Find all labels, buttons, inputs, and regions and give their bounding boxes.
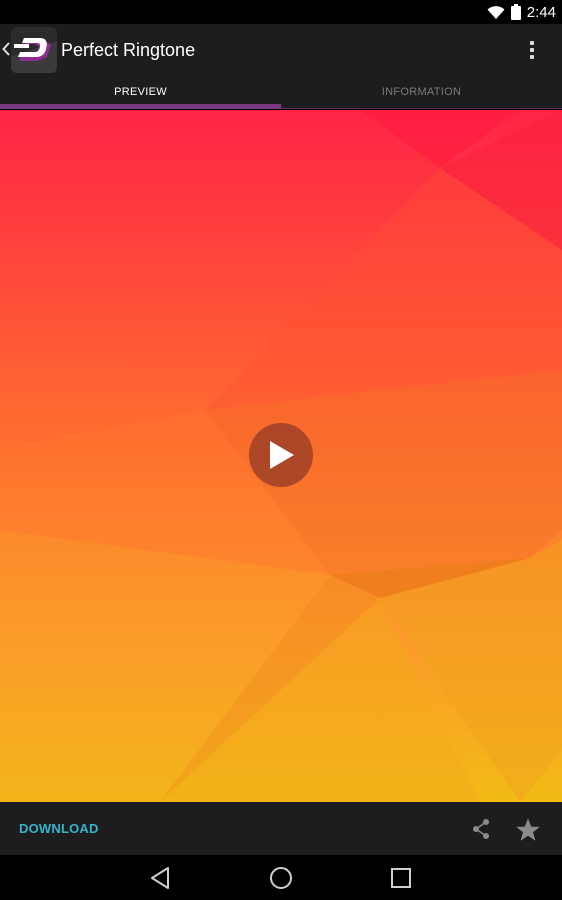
tab-information[interactable]: INFORMATION <box>281 76 562 108</box>
tab-bar: PREVIEW INFORMATION <box>0 76 562 109</box>
more-vert-icon <box>530 41 534 45</box>
wifi-icon <box>487 5 505 19</box>
more-vert-dot <box>530 55 534 59</box>
favorite-button[interactable] <box>515 817 541 843</box>
back-button[interactable] <box>148 865 174 891</box>
home-icon <box>270 867 292 889</box>
bottom-action-bar: DOWNLOAD <box>0 802 562 855</box>
page-title: Perfect Ringtone <box>61 39 196 60</box>
play-button[interactable] <box>249 423 313 487</box>
action-bar: Perfect Ringtone <box>0 24 562 76</box>
recents-icon <box>391 868 411 888</box>
system-nav-bar <box>0 855 562 900</box>
zedge-logo-icon <box>11 27 57 73</box>
battery-icon <box>510 4 521 20</box>
back-icon <box>151 867 169 889</box>
recents-button[interactable] <box>388 865 414 891</box>
status-bar: 2:44 <box>0 0 562 24</box>
play-icon <box>270 441 294 469</box>
tab-preview[interactable]: PREVIEW <box>0 76 281 109</box>
home-button[interactable] <box>268 865 294 891</box>
star-icon <box>516 818 540 841</box>
more-vert-dot <box>530 48 534 52</box>
chevron-left-icon <box>2 41 10 59</box>
download-button[interactable]: DOWNLOAD <box>19 821 99 836</box>
status-clock: 2:44 <box>526 3 556 21</box>
overflow-menu-button[interactable] <box>520 38 544 62</box>
up-button[interactable] <box>0 24 57 76</box>
ringtone-preview-artwork <box>0 110 562 802</box>
share-icon <box>473 819 489 839</box>
share-button[interactable] <box>470 818 492 840</box>
